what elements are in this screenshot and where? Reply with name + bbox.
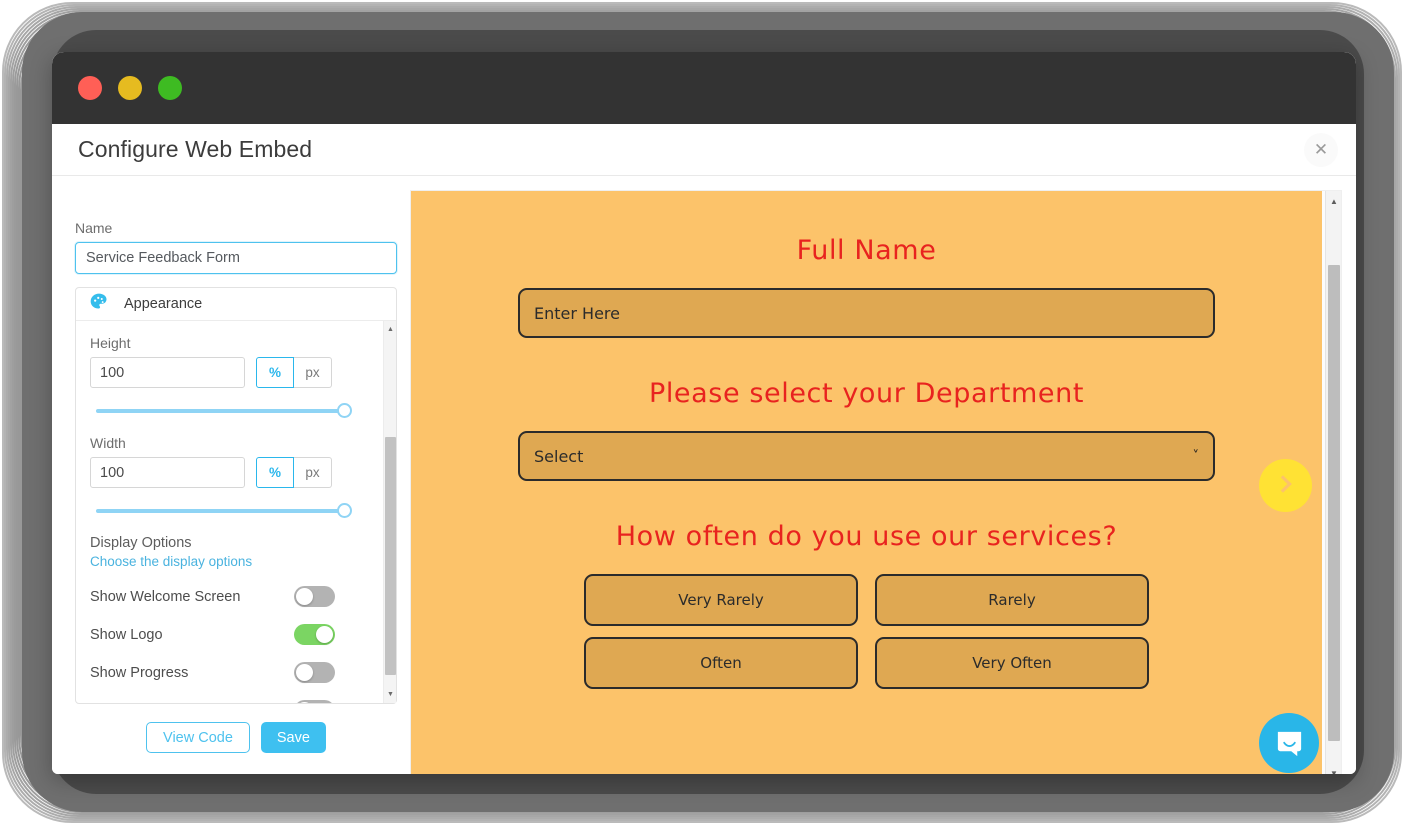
question-title: Please select your Department bbox=[648, 378, 1085, 409]
traffic-light-maximize[interactable] bbox=[158, 76, 182, 100]
appearance-accordion-title: Appearance bbox=[124, 296, 203, 312]
display-options-subtitle: Choose the display options bbox=[90, 554, 253, 569]
browser-window: Configure Web Embed ✕ Name Service Feedb… bbox=[52, 52, 1356, 774]
display-options-title: Display Options bbox=[90, 535, 192, 551]
name-input[interactable] bbox=[75, 242, 397, 274]
toggle-knob bbox=[316, 626, 333, 643]
toggle-row-show-logo: Show Logo bbox=[90, 624, 335, 645]
toggle-label: Auto close on submit bbox=[90, 703, 225, 704]
close-icon[interactable]: ✕ bbox=[1304, 132, 1338, 167]
width-control-row: % px bbox=[90, 457, 374, 488]
question-full-name: Full Name Enter Here bbox=[411, 235, 1322, 338]
question-department: Please select your Department Select ˅ bbox=[411, 378, 1322, 481]
width-slider[interactable] bbox=[96, 503, 354, 519]
toggle-row-show-welcome-screen: Show Welcome Screen bbox=[90, 586, 335, 607]
screenshot-stage: Configure Web Embed ✕ Name Service Feedb… bbox=[0, 0, 1404, 825]
form-preview-canvas: Full Name Enter Here Please select your … bbox=[411, 191, 1322, 774]
question-title: How often do you use our services? bbox=[615, 521, 1118, 552]
toggle-auto-close-on-submit[interactable] bbox=[294, 700, 335, 703]
save-button[interactable]: Save bbox=[260, 722, 326, 753]
page-title: Configure Web Embed bbox=[78, 136, 313, 162]
config-panel: Name Appearance bbox=[52, 190, 400, 774]
toggle-knob bbox=[296, 702, 313, 703]
modal-header: Configure Web Embed ✕ bbox=[52, 124, 1356, 176]
full-name-input[interactable]: Enter Here bbox=[518, 288, 1215, 338]
window-titlebar bbox=[52, 52, 1356, 124]
scroll-down-icon[interactable]: ▼ bbox=[1326, 765, 1341, 775]
height-unit-group: % px bbox=[256, 357, 332, 388]
full-name-placeholder: Enter Here bbox=[534, 303, 620, 323]
height-control-row: % px bbox=[90, 357, 374, 388]
palette-icon bbox=[89, 292, 109, 317]
config-action-bar: View Code Save bbox=[75, 722, 397, 753]
scrollbar-thumb[interactable] bbox=[1328, 265, 1340, 741]
width-slider-track bbox=[96, 509, 344, 513]
toggle-knob bbox=[296, 588, 313, 605]
frequency-choice-grid: Very Rarely Rarely Often Very Often bbox=[584, 574, 1149, 689]
height-unit-percent[interactable]: % bbox=[256, 357, 294, 388]
chevron-right-icon bbox=[1274, 472, 1298, 499]
question-title: Full Name bbox=[796, 235, 937, 266]
preview-scrollbar[interactable]: ▲ ▼ bbox=[1325, 191, 1341, 774]
scrollbar-thumb[interactable] bbox=[385, 437, 396, 675]
toggle-label: Show Welcome Screen bbox=[90, 588, 241, 605]
scroll-up-icon[interactable]: ▲ bbox=[384, 323, 396, 336]
view-code-button[interactable]: View Code bbox=[146, 722, 250, 753]
appearance-scrollbar[interactable]: ▲ ▼ bbox=[383, 321, 396, 703]
choice-often[interactable]: Often bbox=[584, 637, 858, 689]
appearance-accordion-header[interactable]: Appearance bbox=[76, 288, 396, 321]
appearance-accordion: Appearance Height % px bbox=[75, 287, 397, 704]
width-label: Width bbox=[90, 435, 126, 451]
choice-very-often[interactable]: Very Often bbox=[875, 637, 1149, 689]
width-unit-percent[interactable]: % bbox=[256, 457, 294, 488]
height-input[interactable] bbox=[90, 357, 245, 388]
height-label: Height bbox=[90, 335, 131, 351]
appearance-accordion-body: Height % px Wid bbox=[76, 321, 396, 703]
next-button[interactable] bbox=[1259, 459, 1312, 512]
form-preview-panel: Full Name Enter Here Please select your … bbox=[410, 190, 1342, 774]
height-unit-px[interactable]: px bbox=[294, 357, 332, 388]
choice-rarely[interactable]: Rarely bbox=[875, 574, 1149, 626]
toggle-label: Show Progress bbox=[90, 664, 189, 681]
toggle-row-show-progress: Show Progress bbox=[90, 662, 335, 683]
department-select[interactable]: Select ˅ bbox=[518, 431, 1215, 481]
height-slider[interactable] bbox=[96, 403, 354, 419]
toggle-show-progress[interactable] bbox=[294, 662, 335, 683]
height-slider-track bbox=[96, 409, 344, 413]
toggle-row-auto-close-on-submit: Auto close on submit bbox=[90, 700, 335, 703]
scroll-down-icon[interactable]: ▼ bbox=[384, 688, 396, 701]
choice-very-rarely[interactable]: Very Rarely bbox=[584, 574, 858, 626]
scroll-up-icon[interactable]: ▲ bbox=[1326, 193, 1341, 209]
height-slider-thumb[interactable] bbox=[337, 403, 352, 418]
department-selected-value: Select bbox=[534, 446, 584, 466]
question-frequency: How often do you use our services? Very … bbox=[411, 521, 1322, 689]
modal-body: Name Appearance bbox=[52, 176, 1356, 774]
traffic-light-minimize[interactable] bbox=[118, 76, 142, 100]
toggle-knob bbox=[296, 664, 313, 681]
width-unit-px[interactable]: px bbox=[294, 457, 332, 488]
width-unit-group: % px bbox=[256, 457, 332, 488]
toggle-label: Show Logo bbox=[90, 626, 163, 643]
toggle-show-welcome-screen[interactable] bbox=[294, 586, 335, 607]
traffic-light-close[interactable] bbox=[78, 76, 102, 100]
name-label: Name bbox=[75, 220, 113, 236]
toggle-show-logo[interactable] bbox=[294, 624, 335, 645]
width-slider-thumb[interactable] bbox=[337, 503, 352, 518]
chevron-down-icon: ˅ bbox=[1192, 448, 1200, 464]
width-input[interactable] bbox=[90, 457, 245, 488]
chat-bubble-icon[interactable] bbox=[1259, 713, 1319, 773]
